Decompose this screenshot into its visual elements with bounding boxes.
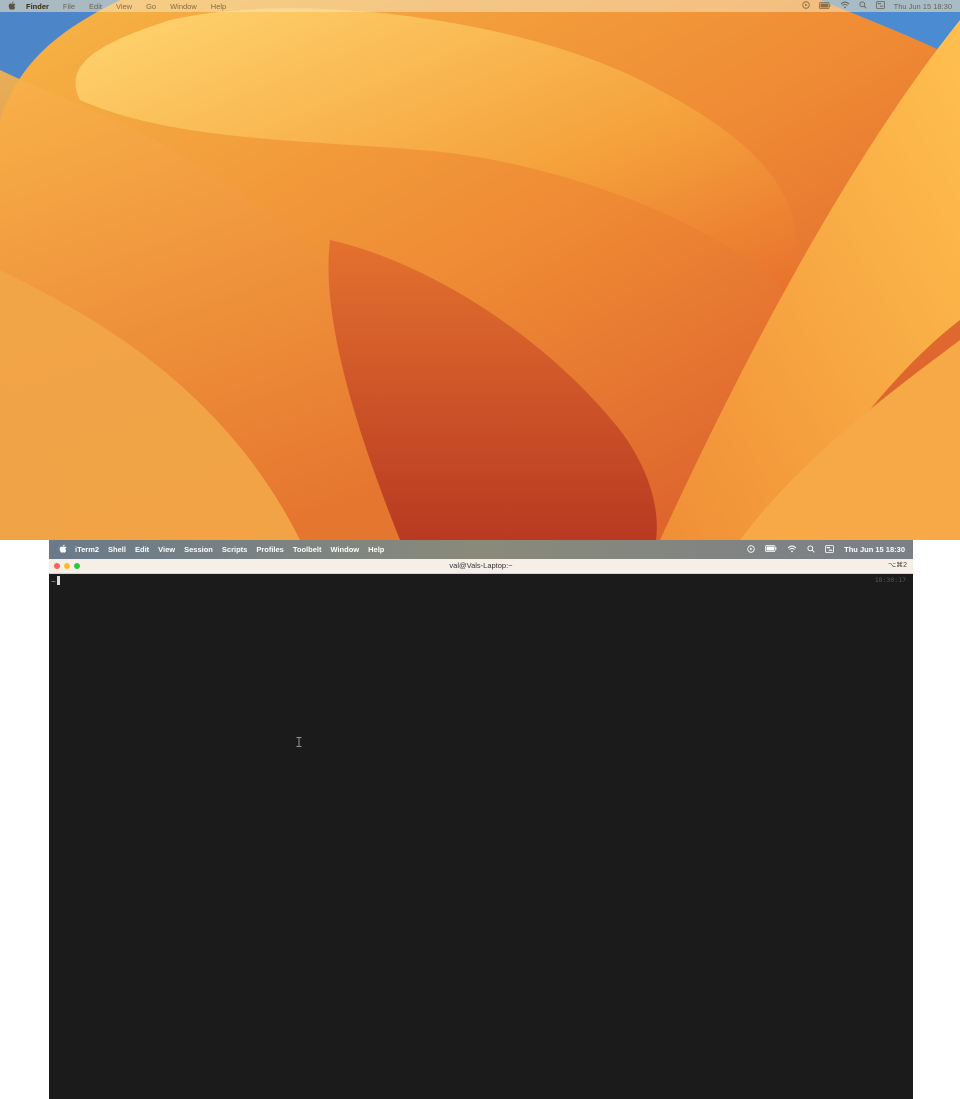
control-center-icon[interactable] <box>825 544 835 555</box>
menu-edit[interactable]: Edit <box>135 545 149 554</box>
ventura-wallpaper-image <box>0 0 960 540</box>
menu-file[interactable]: File <box>63 2 75 11</box>
search-icon[interactable] <box>859 1 867 11</box>
menu-help[interactable]: Help <box>368 545 384 554</box>
menu-view[interactable]: View <box>116 2 132 11</box>
menu-edit[interactable]: Edit <box>89 2 102 11</box>
menubar-clock[interactable]: Thu Jun 15 18:30 <box>844 545 905 554</box>
battery-icon[interactable] <box>765 545 777 554</box>
wifi-icon[interactable] <box>787 545 797 555</box>
menu-session[interactable]: Session <box>184 545 213 554</box>
menu-view[interactable]: View <box>158 545 175 554</box>
iterm-menubar: iTerm2 Shell Edit View Session Scripts P… <box>49 540 913 559</box>
battery-icon[interactable] <box>818 1 831 11</box>
prompt-directory: ~ <box>51 577 56 586</box>
ibeam-cursor-icon <box>296 732 302 751</box>
shell-prompt: ~ <box>51 576 60 586</box>
menu-scripts[interactable]: Scripts <box>222 545 247 554</box>
terminal-session[interactable]: ~ 18:30:17 <box>49 574 913 1099</box>
menu-toolbelt[interactable]: Toolbelt <box>293 545 322 554</box>
terminal-titlebar[interactable]: val@Vals-Laptop:~ ⌥⌘2 <box>49 559 913 574</box>
menubar-clock[interactable]: Thu Jun 15 18:30 <box>894 2 952 11</box>
menu-profiles[interactable]: Profiles <box>256 545 284 554</box>
menu-help[interactable]: Help <box>211 2 226 11</box>
apple-logo-icon[interactable] <box>59 544 67 555</box>
session-timestamp: 18:30:17 <box>874 576 906 584</box>
menu-app-iterm2[interactable]: iTerm2 <box>75 545 99 554</box>
control-center-icon[interactable] <box>875 1 885 11</box>
play-circle-icon[interactable] <box>747 544 755 555</box>
search-icon[interactable] <box>807 544 815 555</box>
wifi-icon[interactable] <box>840 1 850 11</box>
window-shortcut: ⌥⌘2 <box>888 562 907 569</box>
top-menubar: Finder File Edit View Go Window Help Thu… <box>0 0 960 12</box>
desktop-wallpaper: Finder File Edit View Go Window Help Thu… <box>0 0 960 540</box>
menu-go[interactable]: Go <box>146 2 156 11</box>
window-title: val@Vals-Laptop:~ <box>449 561 513 570</box>
menu-app-finder[interactable]: Finder <box>26 2 49 11</box>
text-cursor <box>56 576 60 585</box>
play-circle-icon[interactable] <box>801 1 810 11</box>
menu-window[interactable]: Window <box>330 545 359 554</box>
menu-shell[interactable]: Shell <box>108 545 126 554</box>
secondary-display: iTerm2 Shell Edit View Session Scripts P… <box>49 540 913 1099</box>
apple-logo-icon[interactable] <box>8 1 16 12</box>
menu-window[interactable]: Window <box>170 2 197 11</box>
